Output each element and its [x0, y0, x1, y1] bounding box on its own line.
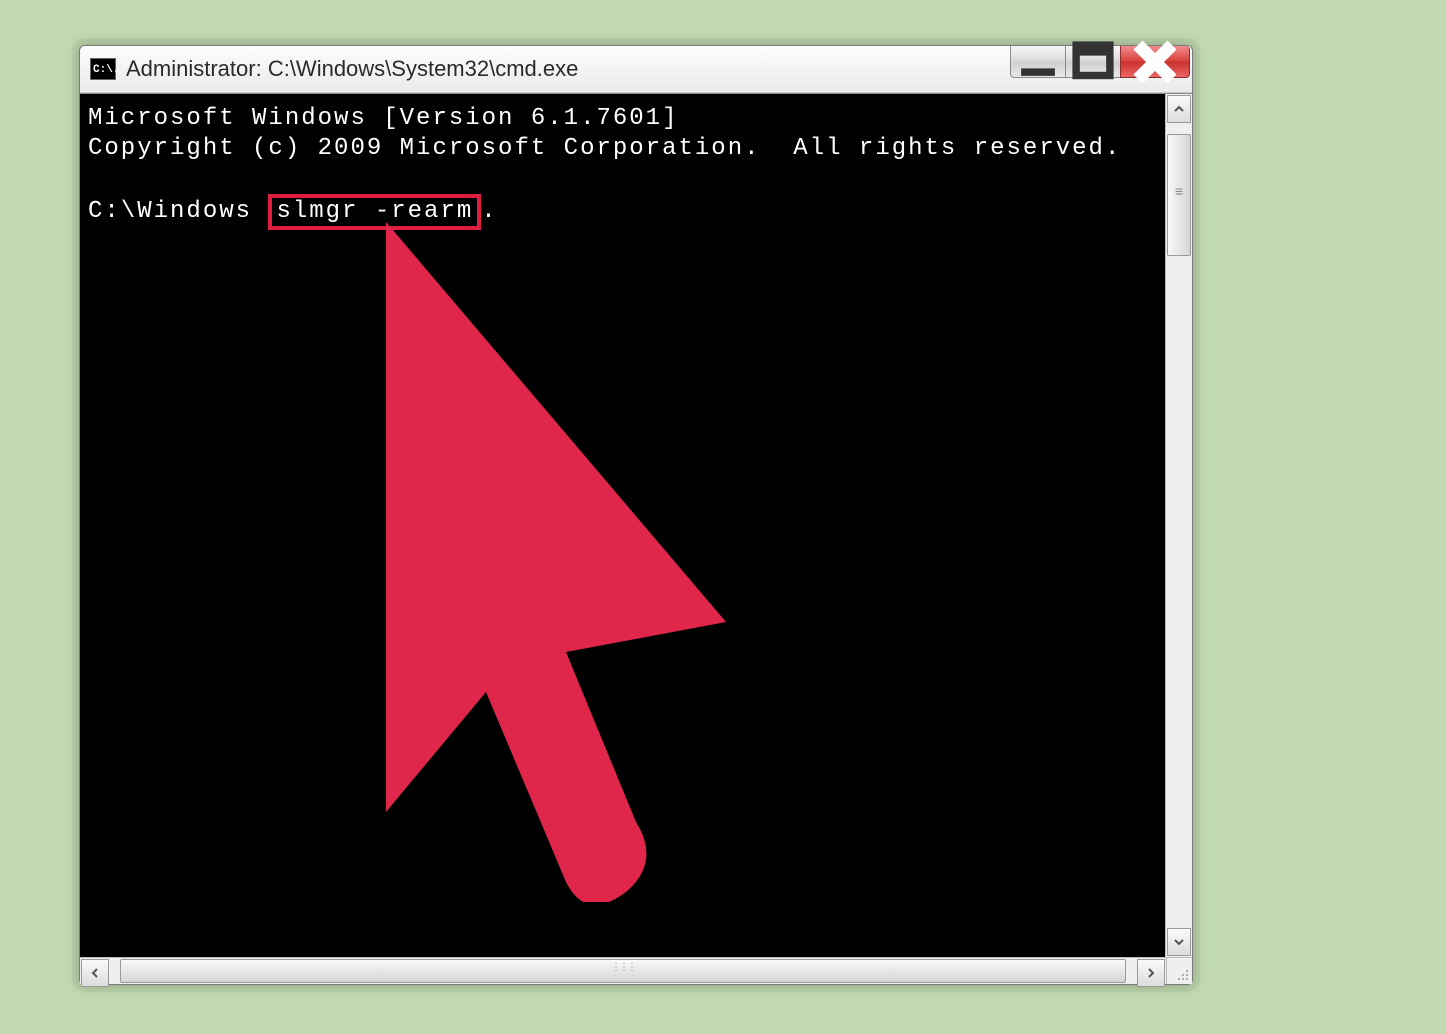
horizontal-scrollbar[interactable]: [80, 957, 1192, 984]
resize-grip[interactable]: [1166, 958, 1192, 984]
window-controls: [1011, 46, 1190, 78]
resize-grip-icon: [1174, 966, 1190, 982]
highlighted-command: slmgr -rearm: [268, 194, 481, 230]
scroll-down-button[interactable]: [1167, 928, 1191, 956]
cmd-app-icon: C:\.: [90, 58, 116, 80]
vertical-scroll-track[interactable]: [1166, 124, 1192, 927]
chevron-up-icon: [1173, 103, 1185, 115]
vertical-scrollbar[interactable]: [1165, 94, 1192, 957]
chevron-right-icon: [1145, 967, 1157, 979]
window-title: Administrator: C:\Windows\System32\cmd.e…: [126, 56, 578, 82]
console-area: Microsoft Windows [Version 6.1.7601] Cop…: [80, 93, 1192, 957]
console-line: .: [481, 198, 497, 225]
maximize-icon: [1066, 35, 1120, 89]
cursor-arrow-annotation-icon: [266, 222, 746, 902]
console-output[interactable]: Microsoft Windows [Version 6.1.7601] Cop…: [80, 94, 1165, 957]
scroll-left-button[interactable]: [81, 959, 109, 987]
chevron-down-icon: [1173, 936, 1185, 948]
console-prompt: C:\Windows: [88, 198, 268, 225]
scroll-right-button[interactable]: [1137, 959, 1165, 987]
close-button[interactable]: [1120, 46, 1190, 78]
chevron-left-icon: [89, 967, 101, 979]
horizontal-scroll-track[interactable]: [110, 958, 1136, 984]
minimize-button[interactable]: [1010, 46, 1066, 78]
minimize-icon: [1011, 35, 1065, 89]
horizontal-scroll-thumb[interactable]: [120, 959, 1126, 983]
console-line: Copyright (c) 2009 Microsoft Corporation…: [88, 135, 1121, 162]
close-icon: [1121, 28, 1189, 96]
vertical-scroll-thumb[interactable]: [1167, 134, 1191, 256]
titlebar[interactable]: C:\. Administrator: C:\Windows\System32\…: [80, 46, 1192, 93]
cmd-window: C:\. Administrator: C:\Windows\System32\…: [79, 45, 1193, 985]
scroll-up-button[interactable]: [1167, 95, 1191, 123]
maximize-button[interactable]: [1065, 46, 1121, 78]
console-line: Microsoft Windows [Version 6.1.7601]: [88, 105, 678, 132]
